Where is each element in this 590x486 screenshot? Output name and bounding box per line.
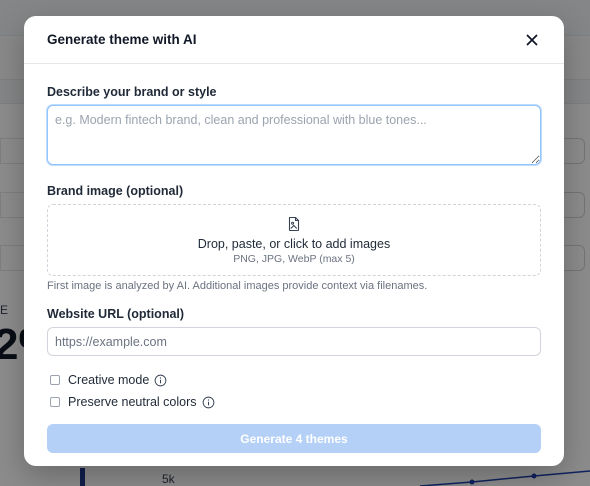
close-icon	[526, 34, 538, 45]
preserve-neutral-checkbox[interactable]	[50, 397, 60, 407]
brand-image-section: Brand image (optional) Drop, paste, or c…	[47, 184, 541, 292]
preserve-neutral-option: Preserve neutral colors	[47, 391, 541, 413]
image-dropzone[interactable]: Drop, paste, or click to add images PNG,…	[47, 204, 541, 276]
info-icon[interactable]	[154, 374, 167, 387]
brand-image-label: Brand image (optional)	[47, 184, 184, 198]
website-url-section: Website URL (optional)	[47, 307, 541, 356]
dropzone-text: Drop, paste, or click to add images	[197, 236, 391, 251]
generate-theme-dialog: Generate theme with AI Describe your bra…	[24, 16, 564, 466]
preserve-neutral-label[interactable]: Preserve neutral colors	[68, 395, 197, 409]
image-hint: First image is analyzed by AI. Additiona…	[47, 280, 428, 292]
close-button[interactable]	[522, 30, 542, 50]
creative-mode-label[interactable]: Creative mode	[68, 373, 149, 387]
dialog-header: Generate theme with AI	[24, 16, 564, 64]
creative-mode-checkbox[interactable]	[50, 375, 60, 385]
dropzone-formats: PNG, JPG, WebP (max 5)	[233, 252, 355, 265]
brand-description-input[interactable]	[47, 105, 541, 165]
generate-themes-button[interactable]: Generate 4 themes	[47, 424, 541, 453]
website-url-label: Website URL (optional)	[47, 307, 185, 321]
dialog-title: Generate theme with AI	[47, 32, 197, 47]
dialog-body: Describe your brand or style Brand image…	[24, 64, 564, 453]
creative-mode-option: Creative mode	[47, 369, 541, 391]
info-icon[interactable]	[202, 396, 215, 409]
image-file-icon	[288, 216, 300, 231]
brand-description-label: Describe your brand or style	[47, 85, 217, 99]
website-url-input[interactable]	[47, 327, 541, 356]
